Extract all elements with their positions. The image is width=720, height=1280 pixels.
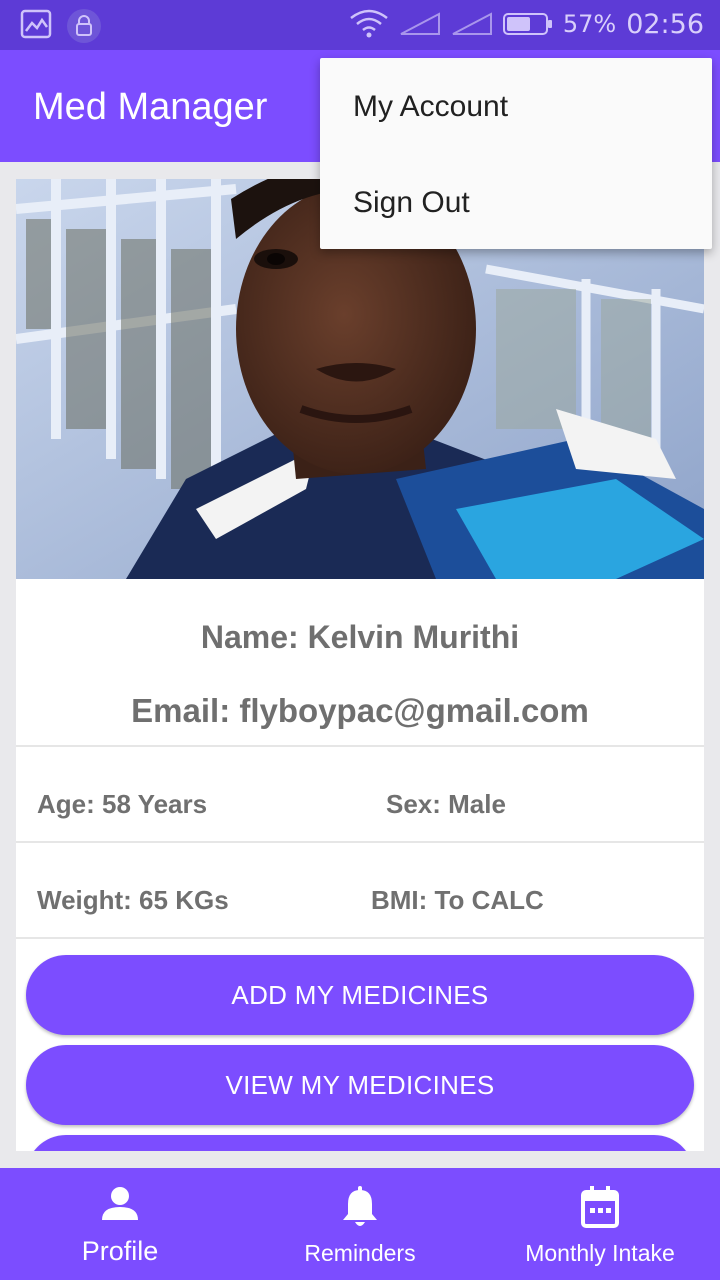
nav-label: Monthly Intake — [525, 1240, 675, 1266]
nav-label: Profile — [81, 1236, 159, 1266]
divider — [16, 841, 704, 843]
status-bar: 57% 02:56 — [0, 0, 720, 50]
bell-icon — [240, 1186, 480, 1228]
wifi-icon — [349, 8, 389, 40]
menu-item-label: Sign Out — [353, 186, 470, 219]
person-icon — [0, 1186, 240, 1222]
nav-profile[interactable]: Profile — [0, 1168, 240, 1280]
nav-monthly-intake[interactable]: Monthly Intake — [480, 1168, 720, 1280]
more-button[interactable] — [26, 1135, 694, 1151]
signal-icon — [399, 12, 441, 36]
nav-label: Reminders — [304, 1240, 416, 1266]
menu-item-sign-out[interactable]: Sign Out — [320, 153, 712, 248]
age-value: Age: 58 Years — [37, 789, 208, 819]
divider — [16, 745, 704, 747]
divider — [16, 937, 704, 939]
signal-icon — [451, 12, 493, 36]
menu-item-label: My Account — [353, 90, 509, 123]
bmi-value: BMI: To CALC — [371, 885, 544, 915]
lock-icon — [66, 9, 102, 43]
sex-value: Sex: Male — [386, 789, 506, 819]
menu-item-my-account[interactable]: My Account — [320, 58, 712, 153]
bottom-navigation: Profile Reminders Monthly Intake — [0, 1168, 720, 1280]
gallery-icon — [20, 9, 52, 43]
battery-icon — [502, 11, 553, 37]
profile-card: Name: Kelvin Murithi Email: flyboypac@gm… — [16, 179, 704, 1151]
calendar-icon — [480, 1186, 720, 1228]
clock: 02:56 — [626, 8, 704, 40]
battery-percent: 57% — [562, 10, 617, 38]
weight-value: Weight: 65 KGs — [37, 885, 229, 915]
view-medicines-button[interactable]: VIEW MY MEDICINES — [26, 1045, 694, 1125]
profile-name: Name: Kelvin Murithi — [200, 619, 520, 655]
app-title: Med Manager — [33, 86, 268, 128]
overflow-menu: My Account Sign Out — [320, 58, 712, 249]
nav-reminders[interactable]: Reminders — [240, 1168, 480, 1280]
profile-email: Email: flyboypac@gmail.com — [131, 692, 589, 729]
add-medicines-button[interactable]: ADD MY MEDICINES — [26, 955, 694, 1035]
